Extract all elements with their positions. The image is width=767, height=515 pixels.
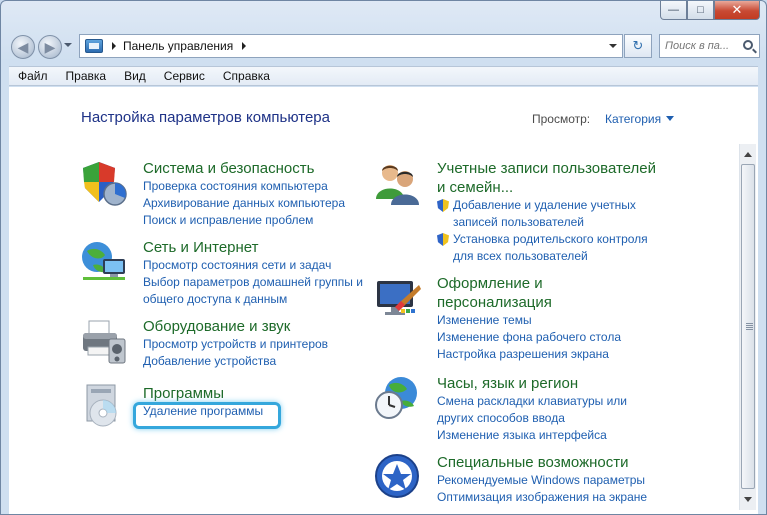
grip-icon [746, 322, 753, 330]
uac-shield-icon [437, 233, 449, 246]
category-title[interactable]: Оборудование и звук [143, 317, 328, 336]
control-panel-icon [85, 39, 103, 53]
category-title-continued[interactable]: и семейн... [437, 178, 656, 197]
category-title[interactable]: Программы [143, 384, 263, 403]
search-icon[interactable] [743, 40, 753, 50]
task-link[interactable]: общего доступа к данным [143, 291, 363, 308]
accessibility-icon[interactable] [373, 452, 423, 502]
task-link[interactable]: Изменение темы [437, 312, 621, 329]
maximize-button[interactable]: □ [687, 1, 714, 20]
category-title[interactable]: Оформление и [437, 274, 621, 293]
task-link[interactable]: Просмотр состояния сети и задач [143, 257, 363, 274]
menu-file[interactable]: Файл [9, 69, 57, 83]
personalization-icon[interactable] [373, 273, 423, 323]
view-mode-dropdown[interactable]: Категория [605, 112, 661, 126]
breadcrumb-control-panel[interactable]: Панель управления [123, 39, 233, 53]
category-title[interactable]: Сеть и Интернет [143, 238, 363, 257]
menu-view[interactable]: Вид [115, 69, 155, 83]
task-link[interactable]: Просмотр устройств и принтеров [143, 336, 328, 353]
programs-icon[interactable] [79, 381, 129, 431]
task-link[interactable]: Добавление устройства [143, 353, 328, 370]
scroll-up-icon[interactable] [744, 152, 752, 157]
control-panel-window: — □ ✕ ◀ ▶ Панель управления ↻ Файл Правк… [0, 0, 767, 515]
minimize-button[interactable]: — [660, 1, 687, 20]
category-network-internet: Сеть и Интернет Просмотр состояния сети … [143, 238, 363, 308]
vertical-scrollbar[interactable] [739, 144, 756, 510]
scroll-down-icon[interactable] [744, 497, 752, 502]
category-title[interactable]: Специальные возможности [437, 453, 647, 472]
task-link-text[interactable]: записей пользователей [453, 214, 636, 231]
task-link[interactable]: Выбор параметров домашней группы и [143, 274, 363, 291]
recent-pages-dropdown[interactable] [64, 43, 72, 47]
task-link[interactable]: Установка родительского контроля для все… [437, 231, 656, 265]
task-link[interactable]: Смена раскладки клавиатуры или [437, 393, 627, 410]
content-area: Настройка параметров компьютера Просмотр… [9, 87, 758, 514]
task-link[interactable]: Архивирование данных компьютера [143, 195, 345, 212]
task-link-text[interactable]: для всех пользователей [453, 248, 648, 265]
category-hardware-sound: Оборудование и звук Просмотр устройств и… [143, 317, 328, 370]
task-link[interactable]: других способов ввода [437, 410, 627, 427]
caption-buttons: — □ ✕ [660, 1, 760, 21]
search-input[interactable] [665, 40, 743, 52]
address-bar[interactable]: Панель управления [79, 34, 623, 58]
category-appearance-personalization: Оформление и персонализация Изменение те… [437, 274, 621, 363]
uac-shield-icon [437, 199, 449, 212]
category-ease-of-access: Специальные возможности Рекомендуемые Wi… [437, 453, 647, 506]
task-link[interactable]: Настройка разрешения экрана [437, 346, 621, 363]
category-user-accounts: Учетные записи пользователей и семейн...… [437, 159, 656, 265]
task-link[interactable]: Изменение языка интерфейса [437, 427, 627, 444]
task-link-text[interactable]: Добавление и удаление учетных [453, 197, 636, 214]
users-icon[interactable] [373, 159, 423, 209]
category-clock-language-region: Часы, язык и регион Смена раскладки клав… [437, 374, 627, 444]
navigation-bar: ◀ ▶ Панель управления ↻ [9, 34, 760, 60]
menu-bar: Файл Правка Вид Сервис Справка [9, 66, 758, 86]
task-link[interactable]: Рекомендуемые Windows параметры [437, 472, 647, 489]
task-link-text[interactable]: Установка родительского контроля [453, 231, 648, 248]
menu-tools[interactable]: Сервис [155, 69, 214, 83]
forward-button[interactable]: ▶ [38, 35, 62, 59]
category-system-security: Система и безопасность Проверка состояни… [143, 159, 345, 229]
search-box[interactable] [659, 34, 760, 58]
task-link[interactable]: Добавление и удаление учетных записей по… [437, 197, 656, 231]
close-button[interactable]: ✕ [714, 1, 760, 20]
task-link[interactable]: Проверка состояния компьютера [143, 178, 345, 195]
breadcrumb-arrow-icon[interactable] [242, 42, 247, 50]
category-title[interactable]: Часы, язык и регион [437, 374, 627, 393]
task-link[interactable]: Изменение фона рабочего стола [437, 329, 621, 346]
menu-edit[interactable]: Правка [57, 69, 116, 83]
shield-icon[interactable] [79, 158, 129, 208]
page-title: Настройка параметров компьютера [81, 109, 330, 126]
scrollbar-thumb[interactable] [741, 164, 755, 489]
clock-globe-icon[interactable] [373, 373, 423, 423]
refresh-button[interactable]: ↻ [624, 34, 652, 58]
task-link[interactable]: Поиск и исправление проблем [143, 212, 345, 229]
highlight-frame [133, 402, 281, 429]
address-dropdown-icon[interactable] [609, 44, 617, 48]
breadcrumb-arrow-icon[interactable] [112, 42, 116, 50]
category-title[interactable]: Учетные записи пользователей [437, 159, 656, 178]
category-title-continued[interactable]: персонализация [437, 293, 621, 312]
view-dropdown-arrow-icon[interactable] [666, 116, 674, 121]
view-label: Просмотр: [532, 112, 591, 126]
category-title[interactable]: Система и безопасность [143, 159, 345, 178]
printer-icon[interactable] [79, 317, 129, 367]
task-link[interactable]: Оптимизация изображения на экране [437, 489, 647, 506]
back-button[interactable]: ◀ [11, 35, 35, 59]
menu-help[interactable]: Справка [214, 69, 279, 83]
network-icon[interactable] [79, 239, 129, 289]
